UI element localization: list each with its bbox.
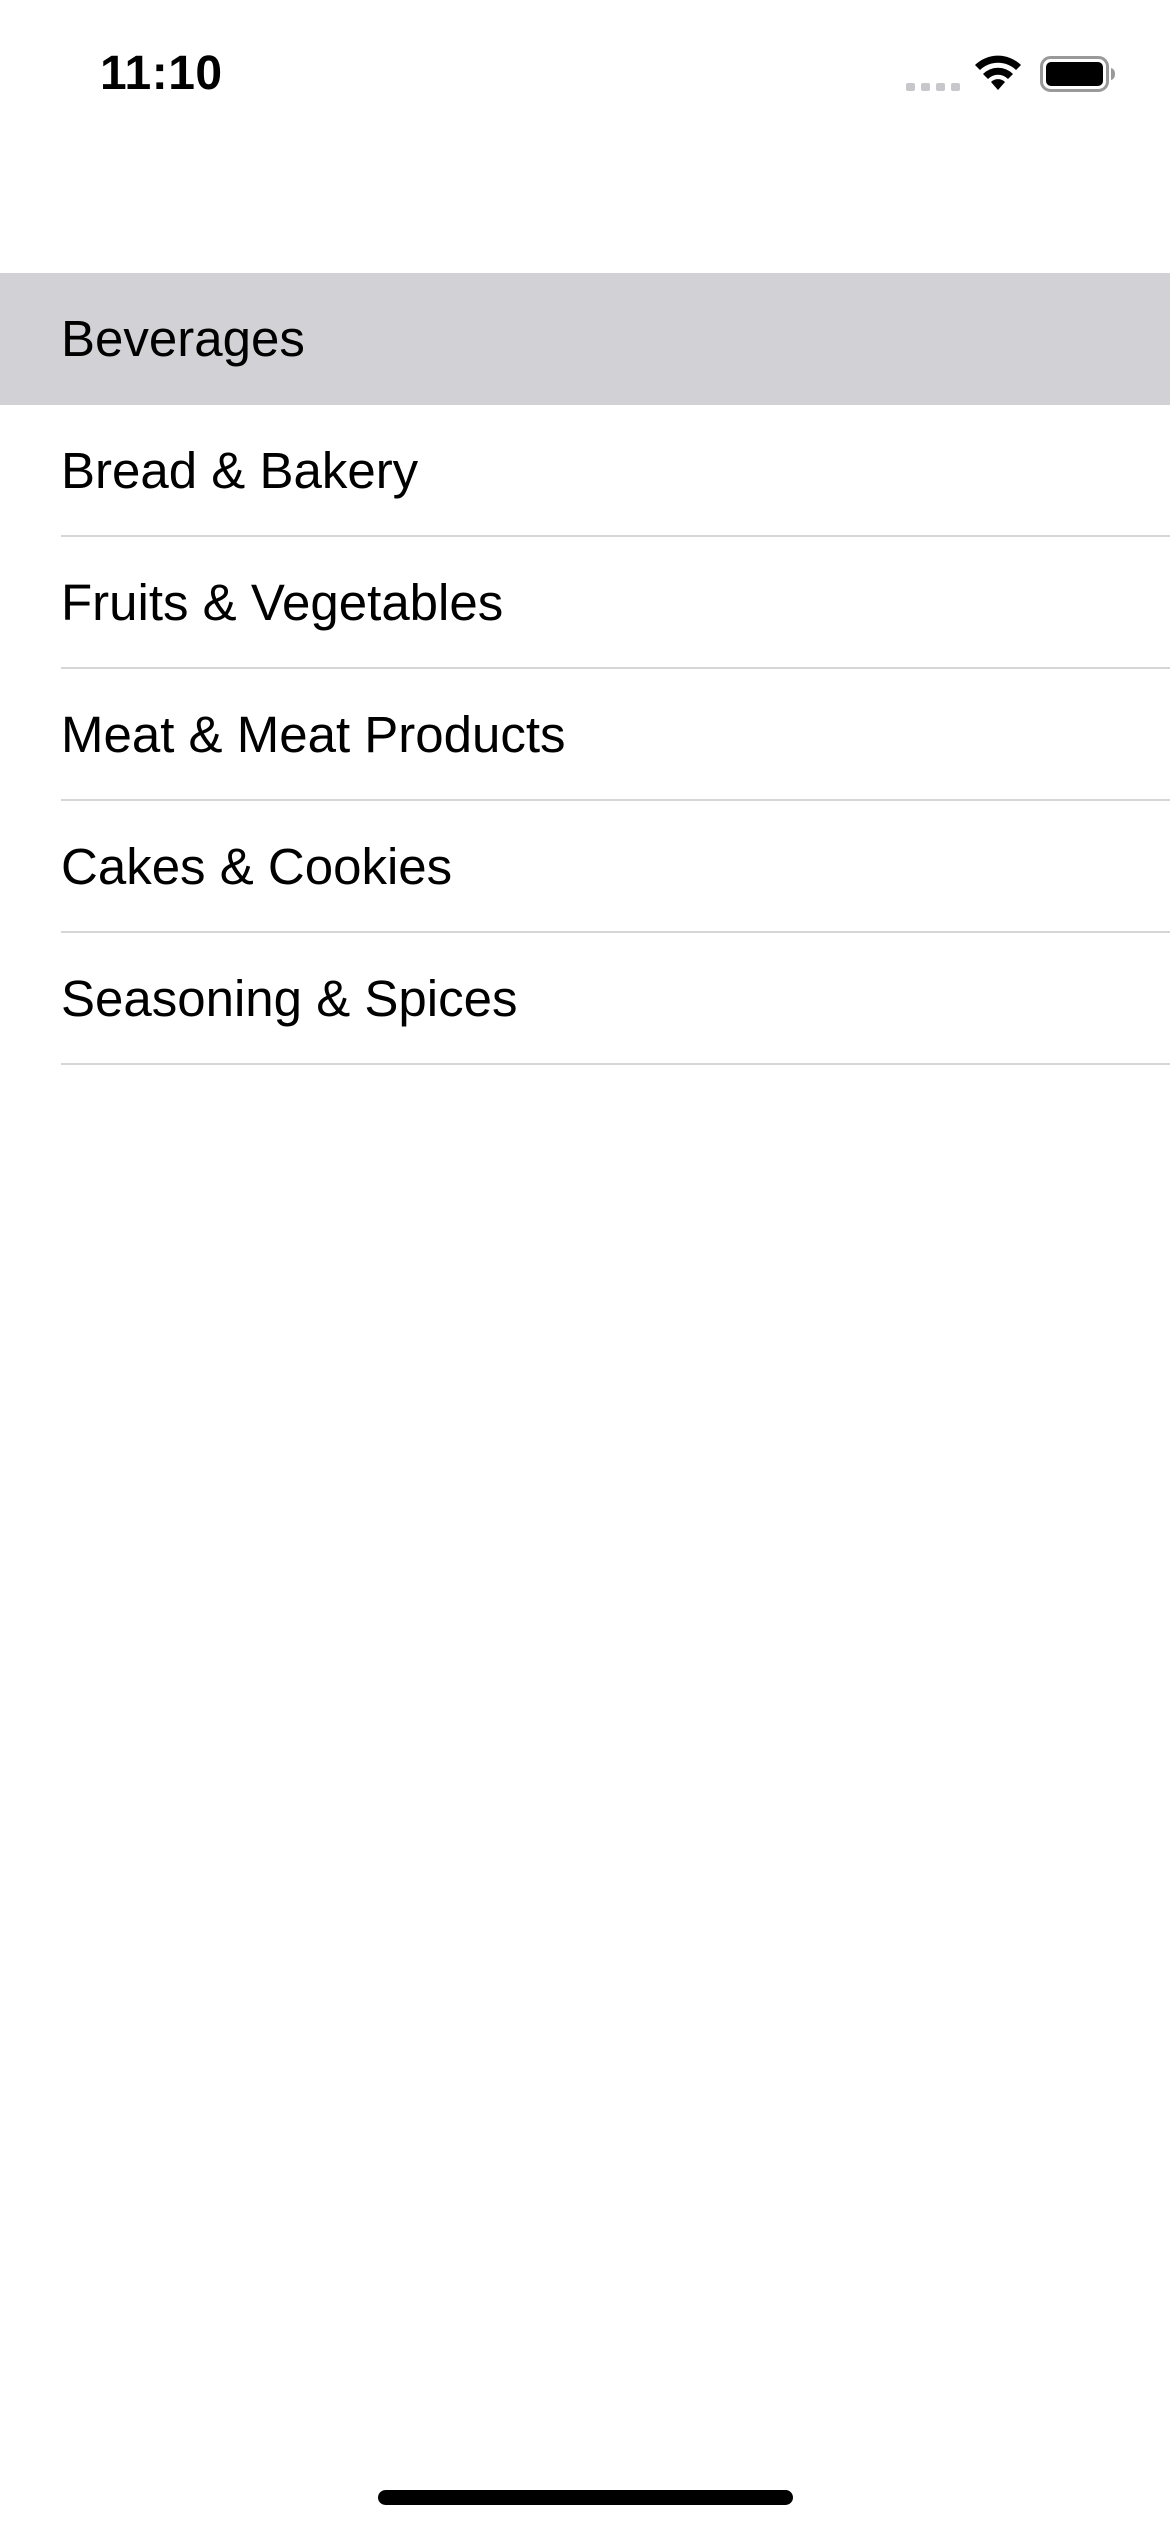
list-item-seasoning-spices[interactable]: Seasoning & Spices [0,933,1170,1065]
list-item-label: Bread & Bakery [61,442,419,499]
list-item-beverages[interactable]: Beverages [0,273,1170,405]
row-separator [61,1063,1170,1065]
list-item-meat-products[interactable]: Meat & Meat Products [0,669,1170,801]
battery-icon [1040,56,1115,92]
list-item-label: Meat & Meat Products [61,706,566,763]
list-item-label: Fruits & Vegetables [61,574,504,631]
category-list: Beverages Bread & Bakery Fruits & Vegeta… [0,273,1170,1065]
list-item-fruits-vegetables[interactable]: Fruits & Vegetables [0,537,1170,669]
list-item-bread-bakery[interactable]: Bread & Bakery [0,405,1170,537]
list-item-label: Beverages [61,310,305,367]
home-indicator[interactable] [378,2490,793,2505]
list-item-cakes-cookies[interactable]: Cakes & Cookies [0,801,1170,933]
wifi-icon [975,55,1021,90]
status-time: 11:10 [100,47,223,100]
cellular-signal-icon [906,83,960,91]
status-bar: 11:10 [0,0,1170,150]
list-item-label: Seasoning & Spices [61,970,518,1027]
list-item-label: Cakes & Cookies [61,838,453,895]
